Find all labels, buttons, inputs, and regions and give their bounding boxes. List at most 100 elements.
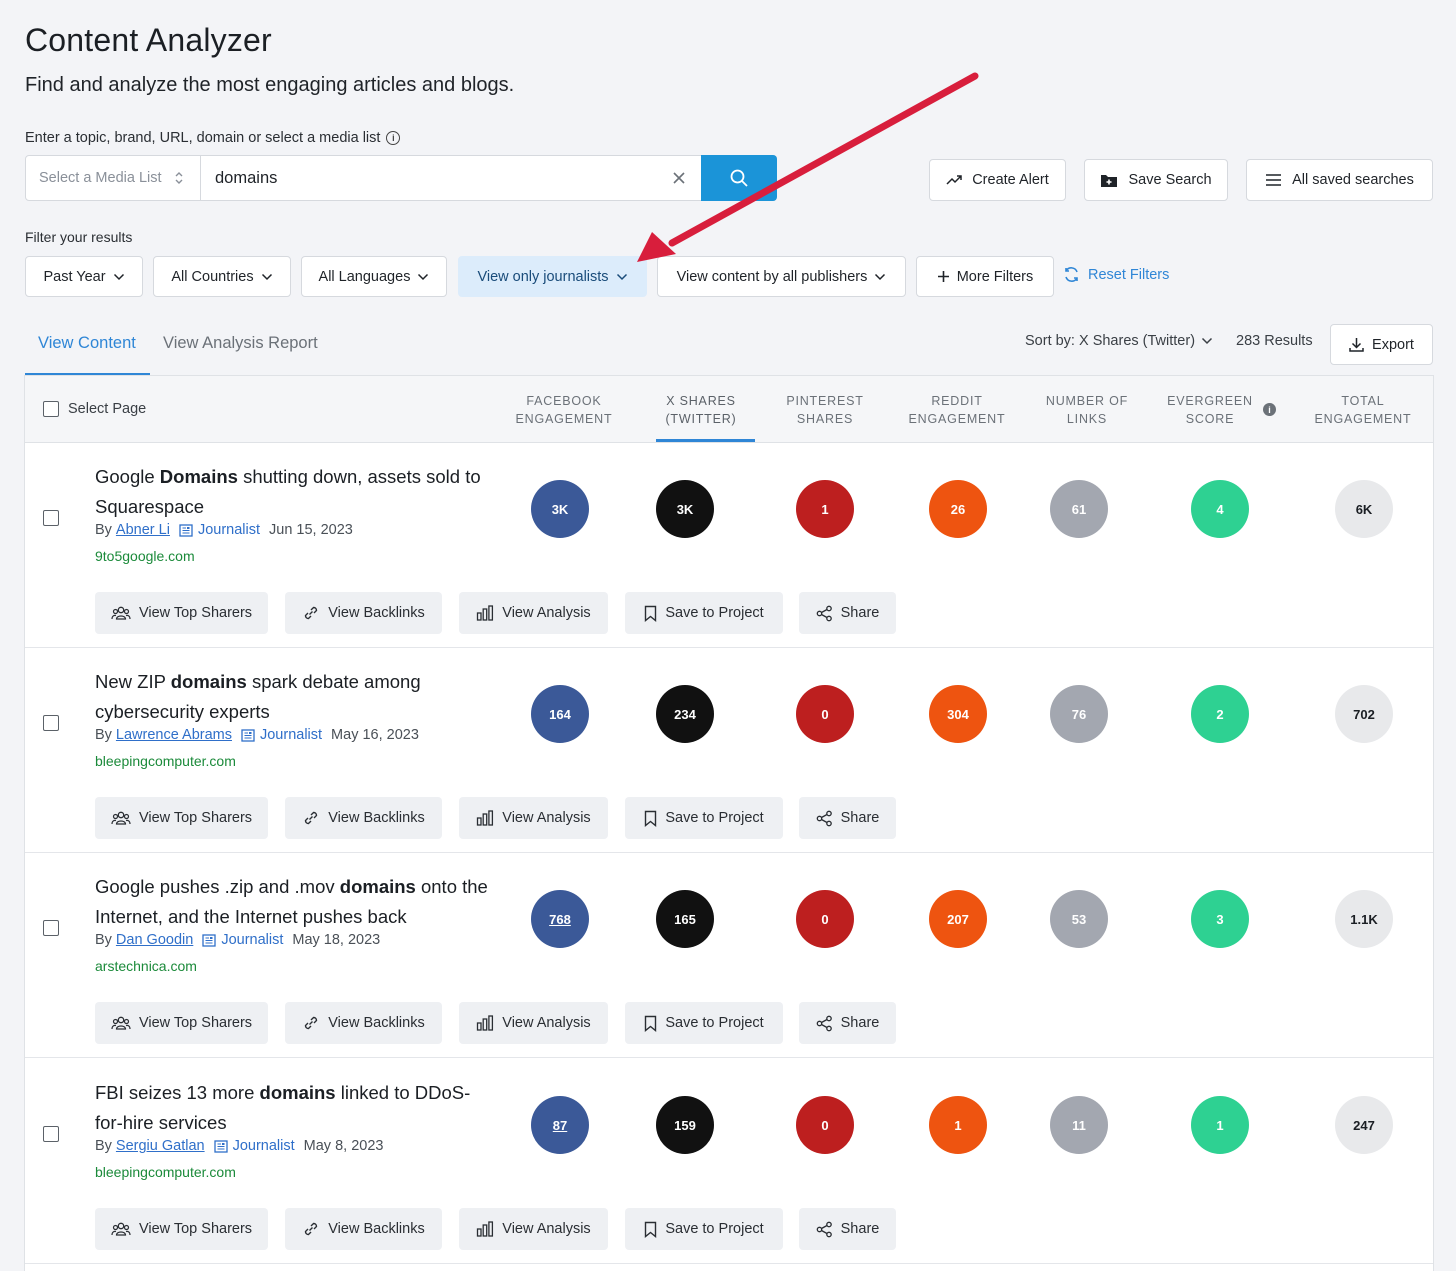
clear-search-icon[interactable] bbox=[657, 156, 701, 200]
date-filter[interactable]: Past Year bbox=[25, 256, 143, 297]
number-of-links-metric[interactable]: 11 bbox=[1050, 1096, 1108, 1154]
article-title[interactable]: New ZIP domains spark debate among cyber… bbox=[95, 667, 490, 726]
evergreen-score-metric[interactable]: 4 bbox=[1191, 480, 1249, 538]
x-shares-metric[interactable]: 159 bbox=[656, 1096, 714, 1154]
evergreen-score-metric[interactable]: 1 bbox=[1191, 1096, 1249, 1154]
number-of-links-metric[interactable]: 61 bbox=[1050, 480, 1108, 538]
users-icon bbox=[111, 811, 131, 825]
save-to-project-button[interactable]: Save to Project bbox=[625, 797, 783, 839]
article-title[interactable]: FBI seizes 13 more domains linked to DDo… bbox=[95, 1078, 490, 1137]
article-title-text: New ZIP bbox=[95, 671, 171, 692]
reset-filters-button[interactable]: Reset Filters bbox=[1063, 266, 1169, 283]
all-saved-searches-button[interactable]: All saved searches bbox=[1246, 159, 1433, 201]
sort-dropdown[interactable]: Sort by: X Shares (Twitter) bbox=[1025, 333, 1213, 349]
journalist-tag[interactable]: Journalist bbox=[260, 727, 322, 743]
save-to-project-button[interactable]: Save to Project bbox=[625, 1208, 783, 1250]
view-top-sharers-button[interactable]: View Top Sharers bbox=[95, 1002, 268, 1044]
facebook-engagement-metric[interactable]: 768 bbox=[531, 890, 589, 948]
languages-filter[interactable]: All Languages bbox=[301, 256, 447, 297]
facebook-engagement-metric[interactable]: 164 bbox=[531, 685, 589, 743]
journalist-tag[interactable]: Journalist bbox=[233, 1138, 295, 1154]
author-link[interactable]: Sergiu Gatlan bbox=[116, 1138, 205, 1154]
row-checkbox[interactable] bbox=[43, 715, 59, 731]
select-page[interactable]: Select Page bbox=[43, 401, 146, 417]
reddit-engagement-metric[interactable]: 207 bbox=[929, 890, 987, 948]
reddit-engagement-metric[interactable]: 26 bbox=[929, 480, 987, 538]
pinterest-shares-metric[interactable]: 1 bbox=[796, 480, 854, 538]
view-analysis-button[interactable]: View Analysis bbox=[459, 1002, 608, 1044]
col-evergreen-score[interactable]: EVERGREEN SCORE bbox=[1140, 393, 1280, 428]
col-number-of-links[interactable]: NUMBER OF LINKS bbox=[1017, 393, 1157, 428]
article-domain[interactable]: bleepingcomputer.com bbox=[95, 753, 236, 769]
view-top-sharers-button[interactable]: View Top Sharers bbox=[95, 592, 268, 634]
x-shares-metric[interactable]: 165 bbox=[656, 890, 714, 948]
article-title[interactable]: Google pushes .zip and .mov domains onto… bbox=[95, 872, 490, 931]
search-button[interactable] bbox=[701, 155, 777, 201]
save-to-project-button[interactable]: Save to Project bbox=[625, 1002, 783, 1044]
number-of-links-metric[interactable]: 76 bbox=[1050, 685, 1108, 743]
pinterest-shares-metric[interactable]: 0 bbox=[796, 1096, 854, 1154]
facebook-engagement-metric[interactable]: 3K bbox=[531, 480, 589, 538]
view-backlinks-button[interactable]: View Backlinks bbox=[285, 1208, 442, 1250]
total-engagement-metric[interactable]: 702 bbox=[1335, 685, 1393, 743]
view-analysis-button[interactable]: View Analysis bbox=[459, 1208, 608, 1250]
author-link[interactable]: Lawrence Abrams bbox=[116, 727, 232, 743]
total-engagement-metric[interactable]: 247 bbox=[1335, 1096, 1393, 1154]
export-button[interactable]: Export bbox=[1330, 324, 1433, 365]
reddit-engagement-metric[interactable]: 1 bbox=[929, 1096, 987, 1154]
view-backlinks-button[interactable]: View Backlinks bbox=[285, 1002, 442, 1044]
search-input[interactable] bbox=[201, 156, 657, 200]
evergreen-score-metric[interactable]: 3 bbox=[1191, 890, 1249, 948]
select-page-checkbox[interactable] bbox=[43, 401, 59, 417]
x-shares-metric[interactable]: 3K bbox=[656, 480, 714, 538]
journalists-filter[interactable]: View only journalists bbox=[458, 256, 647, 297]
total-engagement-metric[interactable]: 6K bbox=[1335, 480, 1393, 538]
row-checkbox[interactable] bbox=[43, 510, 59, 526]
reddit-engagement-metric[interactable]: 304 bbox=[929, 685, 987, 743]
view-analysis-button[interactable]: View Analysis bbox=[459, 797, 608, 839]
article-domain[interactable]: bleepingcomputer.com bbox=[95, 1164, 236, 1180]
share-button[interactable]: Share bbox=[799, 592, 896, 634]
share-button[interactable]: Share bbox=[799, 1208, 896, 1250]
countries-filter[interactable]: All Countries bbox=[153, 256, 291, 297]
journalist-tag[interactable]: Journalist bbox=[221, 932, 283, 948]
save-search-button[interactable]: Save Search bbox=[1084, 159, 1228, 201]
view-top-sharers-button[interactable]: View Top Sharers bbox=[95, 797, 268, 839]
facebook-engagement-metric[interactable]: 87 bbox=[531, 1096, 589, 1154]
evergreen-info-icon[interactable]: i bbox=[1263, 403, 1276, 416]
col-facebook-engagement[interactable]: FACEBOOK ENGAGEMENT bbox=[494, 393, 634, 428]
save-to-project-button[interactable]: Save to Project bbox=[625, 592, 783, 634]
publish-date: Jun 15, 2023 bbox=[269, 522, 353, 538]
total-engagement-metric[interactable]: 1.1K bbox=[1335, 890, 1393, 948]
tab-view-content[interactable]: View Content bbox=[38, 334, 136, 353]
view-top-sharers-button[interactable]: View Top Sharers bbox=[95, 1208, 268, 1250]
row-checkbox[interactable] bbox=[43, 920, 59, 936]
evergreen-score-metric[interactable]: 2 bbox=[1191, 685, 1249, 743]
row-checkbox[interactable] bbox=[43, 1126, 59, 1142]
view-backlinks-button[interactable]: View Backlinks bbox=[285, 797, 442, 839]
tab-view-analysis-report[interactable]: View Analysis Report bbox=[163, 334, 318, 353]
article-domain[interactable]: arstechnica.com bbox=[95, 958, 197, 974]
article-title[interactable]: Google Domains shutting down, assets sol… bbox=[95, 462, 490, 521]
more-filters-button[interactable]: More Filters bbox=[916, 256, 1054, 297]
view-backlinks-button[interactable]: View Backlinks bbox=[285, 592, 442, 634]
pinterest-shares-metric[interactable]: 0 bbox=[796, 890, 854, 948]
share-button[interactable]: Share bbox=[799, 1002, 896, 1044]
col-pinterest-shares[interactable]: PINTEREST SHARES bbox=[755, 393, 895, 428]
article-domain[interactable]: 9to5google.com bbox=[95, 548, 195, 564]
author-link[interactable]: Dan Goodin bbox=[116, 932, 193, 948]
create-alert-button[interactable]: Create Alert bbox=[929, 159, 1066, 201]
number-of-links-metric[interactable]: 53 bbox=[1050, 890, 1108, 948]
author-link[interactable]: Abner Li bbox=[116, 522, 170, 538]
view-analysis-button[interactable]: View Analysis bbox=[459, 592, 608, 634]
col-x-shares[interactable]: X SHARES (TWITTER) bbox=[631, 393, 771, 428]
pinterest-shares-metric[interactable]: 0 bbox=[796, 685, 854, 743]
share-button[interactable]: Share bbox=[799, 797, 896, 839]
journalist-tag[interactable]: Journalist bbox=[198, 522, 260, 538]
col-reddit-engagement[interactable]: REDDIT ENGAGEMENT bbox=[887, 393, 1027, 428]
info-icon[interactable]: i bbox=[386, 131, 401, 145]
x-shares-metric[interactable]: 234 bbox=[656, 685, 714, 743]
media-list-select[interactable]: Select a Media List bbox=[26, 156, 201, 200]
col-total-engagement[interactable]: TOTAL ENGAGEMENT bbox=[1293, 393, 1433, 428]
publishers-filter[interactable]: View content by all publishers bbox=[657, 256, 906, 297]
